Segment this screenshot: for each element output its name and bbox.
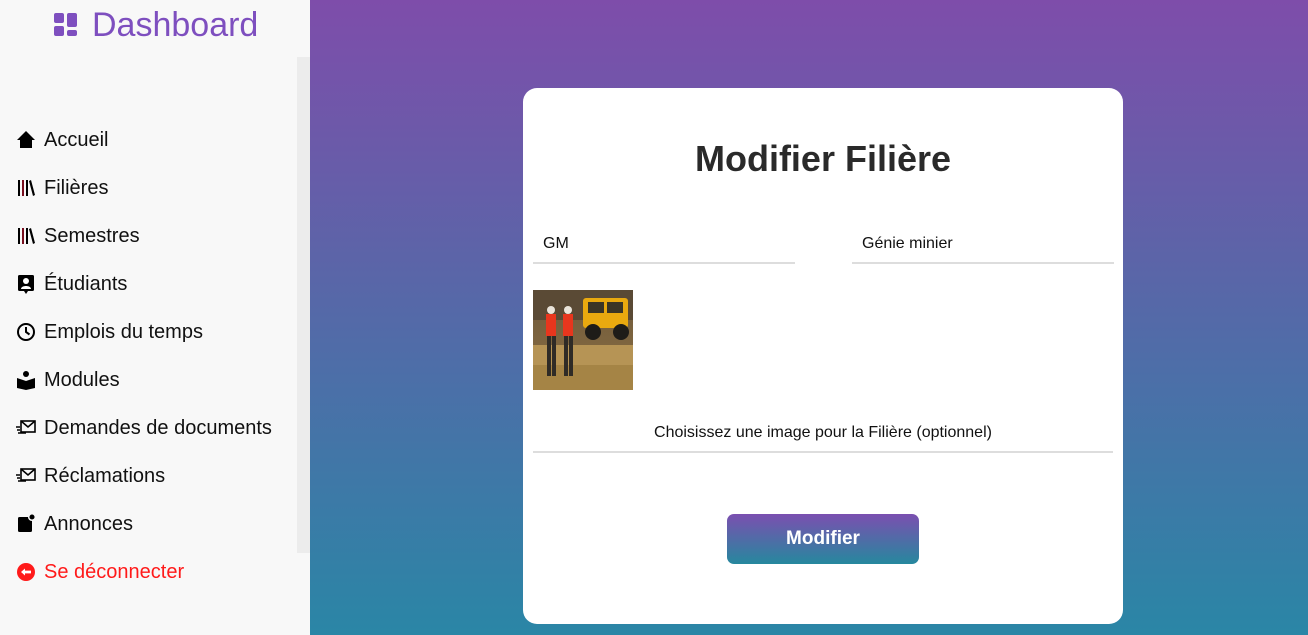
dashboard-icon	[54, 13, 78, 37]
sidebar-nav: Accueil Filières Semestres Étudiants Emp…	[15, 116, 272, 596]
sidebar-item-emplois[interactable]: Emplois du temps	[15, 308, 272, 356]
sidebar-item-label: Étudiants	[44, 272, 128, 295]
main-content: Modifier Filière GM Génie minier Choisis…	[310, 0, 1308, 635]
sidebar-item-label: Emplois du temps	[44, 320, 203, 343]
sidebar-item-filieres[interactable]: Filières	[15, 164, 272, 212]
sidebar-item-label: Semestres	[44, 224, 140, 247]
sidebar-item-label: Se déconnecter	[44, 560, 185, 583]
sidebar-item-semestres[interactable]: Semestres	[15, 212, 272, 260]
notification-icon	[15, 514, 36, 535]
sidebar-item-label: Filières	[44, 176, 109, 199]
sidebar-item-label: Accueil	[44, 128, 109, 151]
mail-send-icon	[15, 466, 36, 487]
logout-icon	[15, 562, 36, 583]
sidebar-item-label: Demandes de documents	[44, 416, 272, 439]
clock-icon	[15, 322, 36, 343]
sidebar-item-accueil[interactable]: Accueil	[15, 116, 272, 164]
sidebar-item-label: Réclamations	[44, 464, 166, 487]
books-icon	[15, 226, 36, 247]
reader-icon	[15, 370, 36, 391]
brand-title: Dashboard	[92, 5, 259, 44]
sidebar-scrollbar[interactable]	[297, 57, 310, 553]
sidebar-item-etudiants[interactable]: Étudiants	[15, 260, 272, 308]
sidebar-item-logout[interactable]: Se déconnecter	[15, 548, 272, 596]
page-title: Modifier Filière	[694, 138, 952, 179]
sidebar: Dashboard Accueil Filières Semestres Étu…	[0, 0, 310, 635]
sidebar-item-annonces[interactable]: Annonces	[15, 500, 272, 548]
mail-send-icon	[15, 418, 36, 439]
code-field[interactable]	[533, 226, 795, 264]
name-field[interactable]	[852, 226, 1114, 264]
sidebar-item-modules[interactable]: Modules	[15, 356, 272, 404]
sidebar-item-reclamations[interactable]: Réclamations	[15, 452, 272, 500]
modifier-button[interactable]: Modifier	[727, 514, 919, 564]
sidebar-item-label: Modules	[44, 368, 120, 391]
filiere-image-preview	[533, 290, 633, 390]
brand[interactable]: Dashboard	[54, 5, 258, 45]
books-icon	[15, 178, 36, 199]
edit-filiere-form: Modifier Filière GM Génie minier Choisis…	[523, 88, 1123, 624]
image-upload-field[interactable]: Choisissez une image pour la Filière (op…	[533, 414, 1113, 453]
student-badge-icon	[15, 274, 36, 295]
sidebar-item-label: Annonces	[44, 512, 133, 535]
home-icon	[15, 130, 36, 151]
sidebar-item-demandes[interactable]: Demandes de documents	[15, 404, 272, 452]
